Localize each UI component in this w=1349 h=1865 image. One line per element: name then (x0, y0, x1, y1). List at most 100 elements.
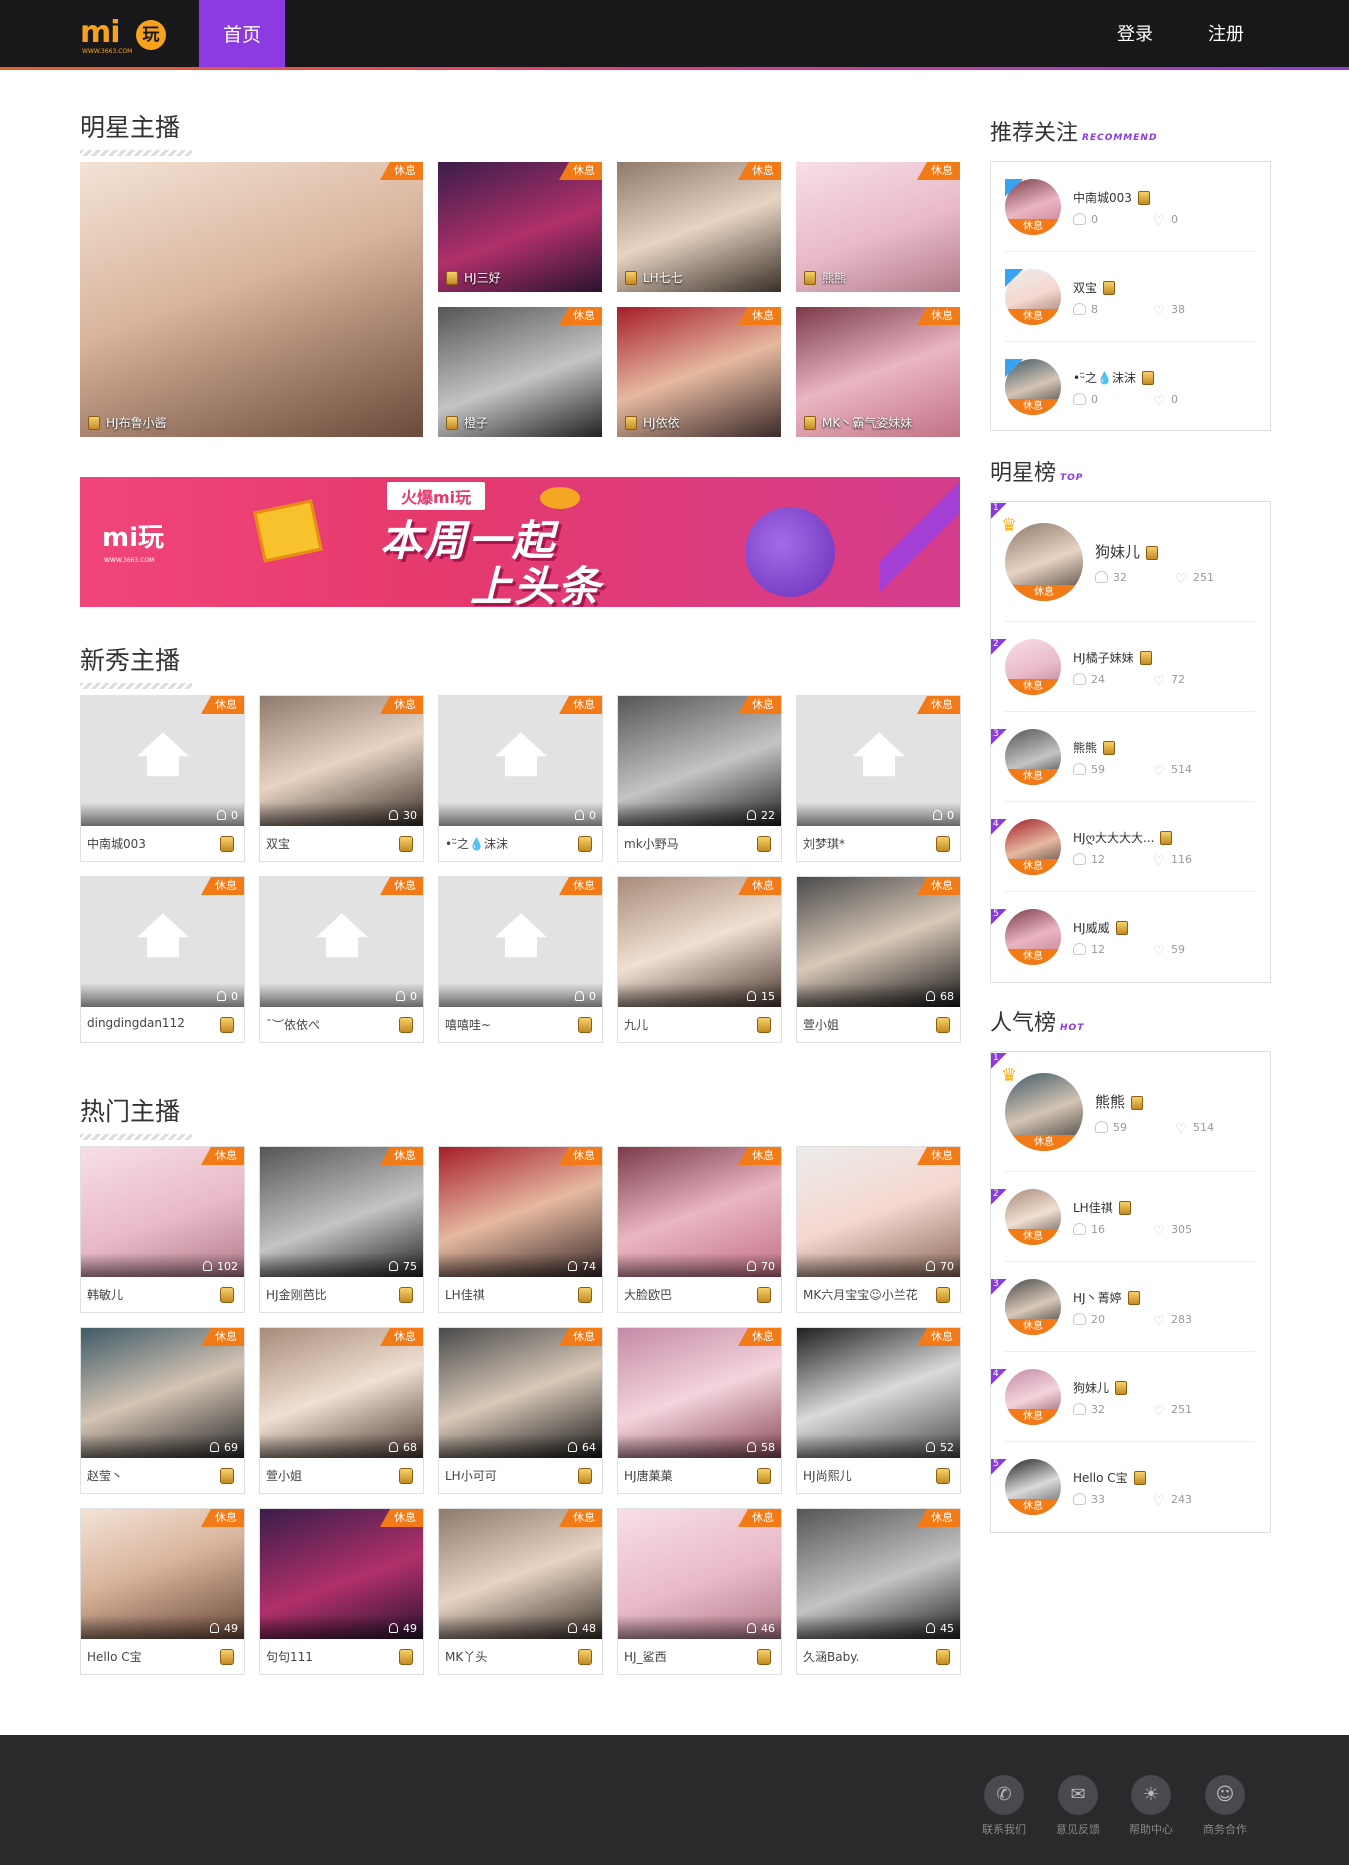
person-icon (747, 1442, 756, 1452)
rest-badge: 休息 (1005, 309, 1061, 325)
anchor-card[interactable]: 休息 15 九儿 (617, 876, 782, 1043)
site-logo[interactable]: mi 玩 WWW.3663.COM (80, 18, 172, 55)
recommend-star-icon (1005, 359, 1023, 377)
anchor-card[interactable]: 休息 0 刘梦琪* (796, 695, 961, 862)
anchor-card[interactable]: 休息 45 久涵Baby. (796, 1508, 961, 1675)
ranking-row[interactable]: 休息 1 ♛ 熊熊 59 ♡ 514 (991, 1052, 1255, 1172)
anchor-thumbnail: 休息 69 (81, 1328, 244, 1458)
home-placeholder-icon (136, 913, 189, 961)
ranking-row[interactable]: 休息 2 LH佳祺 16 ♡ 305 (991, 1172, 1255, 1262)
rest-badge: 休息 (559, 1147, 602, 1165)
ranking-row[interactable]: 休息 3 HJ丶菁婷 20 ♡ 283 (991, 1262, 1255, 1352)
anchor-card[interactable]: 休息 69 赵莹丶 (80, 1327, 245, 1494)
footer-contact[interactable]: ✆ 联系我们 (974, 1775, 1034, 1837)
ranking-name: HJ丶菁婷 (1073, 1289, 1140, 1306)
anchor-card[interactable]: 休息 70 大脸欧巴 (617, 1146, 782, 1313)
anchor-card[interactable]: 休息 52 HJ尚熙儿 (796, 1327, 961, 1494)
anchor-name: HJ三好 (446, 269, 501, 286)
anchor-name: 九儿 (624, 1018, 649, 1032)
login-link[interactable]: 登录 (1117, 0, 1153, 70)
rest-badge: 休息 (380, 1147, 423, 1165)
star-anchor-tile[interactable]: 休息 HJ布鲁小酱 (80, 162, 423, 437)
footer-feedback[interactable]: ✉ 意见反馈 (1048, 1775, 1108, 1837)
anchor-card[interactable]: 休息 22 mk小野马 (617, 695, 782, 862)
rank-number: 5 (991, 909, 1007, 925)
rest-badge: 休息 (559, 696, 602, 714)
footer-help[interactable]: ☀ 帮助中心 (1121, 1775, 1181, 1837)
star-anchor-tile[interactable]: 休息 HJ依依 (617, 307, 781, 437)
recommend-tag: RECOMMEND (1082, 133, 1158, 143)
star-anchor-tile[interactable]: 休息 LH七七 (617, 162, 781, 292)
footer-contact-label: 联系我们 (982, 1823, 1026, 1836)
footer-business[interactable]: ☺ 商务合作 (1195, 1775, 1255, 1837)
anchor-card[interactable]: 休息 0 嘻嘻哇~ (438, 876, 603, 1043)
level-badge-icon (757, 1287, 771, 1303)
anchor-card[interactable]: 休息 0 ˉ︶依依ぺ (259, 876, 424, 1043)
anchor-card[interactable]: 休息 49 句句111 (259, 1508, 424, 1675)
viewer-count: 0 (396, 990, 417, 1003)
anchor-card[interactable]: 休息 58 HJ唐菓菓 (617, 1327, 782, 1494)
anchor-card[interactable]: 休息 68 萱小姐 (259, 1327, 424, 1494)
viewer-count: 70 (926, 1260, 954, 1273)
level-badge-icon (1127, 1291, 1140, 1305)
ranking-row[interactable]: 休息 4 狗妹儿 32 ♡ 251 (991, 1352, 1255, 1442)
likes-count: ♡ 514 (1175, 1121, 1214, 1137)
viewer-count: 68 (926, 990, 954, 1003)
anchor-card[interactable]: 休息 75 HJ金刚芭比 (259, 1146, 424, 1313)
ranking-row[interactable]: 休息 4 HJღ大大大大... 12 ♡ 116 (991, 802, 1255, 892)
ranking-row[interactable]: 休息 5 Hello C宝 33 ♡ 243 (991, 1442, 1255, 1532)
handshake-icon: ☺ (1205, 1775, 1245, 1815)
anchor-card[interactable]: 休息 102 韩敏儿 (80, 1146, 245, 1313)
star-anchor-tile[interactable]: 休息 MK丶霸气姿妹妹 (796, 307, 960, 437)
fans-icon (1073, 1493, 1086, 1505)
anchor-card[interactable]: 休息 64 LH小可可 (438, 1327, 603, 1494)
anchor-card[interactable]: 休息 48 MK丫头 (438, 1508, 603, 1675)
anchor-card[interactable]: 休息 68 萱小姐 (796, 876, 961, 1043)
fans-icon (1073, 943, 1086, 955)
nav-home-tab[interactable]: 首页 (199, 0, 285, 70)
ranking-row[interactable]: 休息 双宝 8 ♡ 38 (1005, 252, 1255, 342)
rest-badge: 休息 (380, 1509, 423, 1527)
star-rank-title-text: 明星榜 (990, 461, 1057, 486)
viewer-count: 22 (747, 809, 775, 822)
avatar: 休息 (1005, 1459, 1061, 1515)
heart-icon: ♡ (1175, 572, 1187, 587)
anchor-card[interactable]: 休息 0 dingdingdan112 (80, 876, 245, 1043)
anchor-card[interactable]: 休息 49 Hello C宝 (80, 1508, 245, 1675)
ranking-row[interactable]: 休息 3 熊熊 59 ♡ 514 (991, 712, 1255, 802)
rest-badge: 休息 (201, 1147, 244, 1165)
anchor-card[interactable]: 休息 30 双宝 (259, 695, 424, 862)
level-badge-icon (578, 1468, 592, 1484)
anchor-name: HJ尚熙儿 (803, 1469, 852, 1483)
anchor-card[interactable]: 休息 70 MK六月宝宝☺小兰花 (796, 1146, 961, 1313)
fans-icon (1095, 1121, 1108, 1133)
level-badge-icon (220, 1287, 234, 1303)
viewer-count: 46 (747, 1622, 775, 1635)
ranking-row[interactable]: 休息 5 HJ威威 12 ♡ 59 (991, 892, 1255, 982)
viewer-count: 45 (926, 1622, 954, 1635)
anchor-card[interactable]: 休息 0 中南城003 (80, 695, 245, 862)
avatar: 休息 (1005, 819, 1061, 875)
anchor-thumbnail: 休息 58 (618, 1328, 781, 1458)
rank-number: 2 (991, 639, 1007, 655)
rest-badge: 休息 (1005, 859, 1061, 875)
viewer-count: 0 (217, 809, 238, 822)
anchor-name: LH小可可 (445, 1469, 497, 1483)
level-badge-icon (757, 1649, 771, 1665)
ranking-row[interactable]: 休息 中南城003 0 ♡ 0 (1005, 162, 1255, 252)
fans-count: 20 (1073, 1313, 1105, 1326)
anchor-card[interactable]: 休息 0 •ᵕ̈之💧沫沫 (438, 695, 603, 862)
anchor-thumbnail: 休息 48 (439, 1509, 602, 1639)
star-anchor-tile[interactable]: 休息 HJ三好 (438, 162, 602, 292)
anchor-card[interactable]: 休息 46 HJ_鲨西 (617, 1508, 782, 1675)
ranking-row[interactable]: 休息 2 HJ橘子妹妹 24 ♡ 72 (991, 622, 1255, 712)
promo-banner[interactable]: mi玩 WWW.3663.COM 火爆mi玩 本周一起 上头条 (80, 477, 960, 607)
register-link[interactable]: 注册 (1208, 0, 1244, 70)
level-badge-icon (1137, 191, 1150, 205)
ranking-row[interactable]: 休息 1 ♛ 狗妹儿 32 ♡ 251 (991, 502, 1255, 622)
star-anchor-tile[interactable]: 休息 橙子 (438, 307, 602, 437)
ranking-row[interactable]: 休息 •ᵕ̈之💧沫沫 0 ♡ 0 (1005, 342, 1255, 432)
anchor-card[interactable]: 休息 74 LH佳祺 (438, 1146, 603, 1313)
star-anchor-tile[interactable]: 休息 熊熊 (796, 162, 960, 292)
recommend-title-text: 推荐关注 (990, 121, 1079, 146)
